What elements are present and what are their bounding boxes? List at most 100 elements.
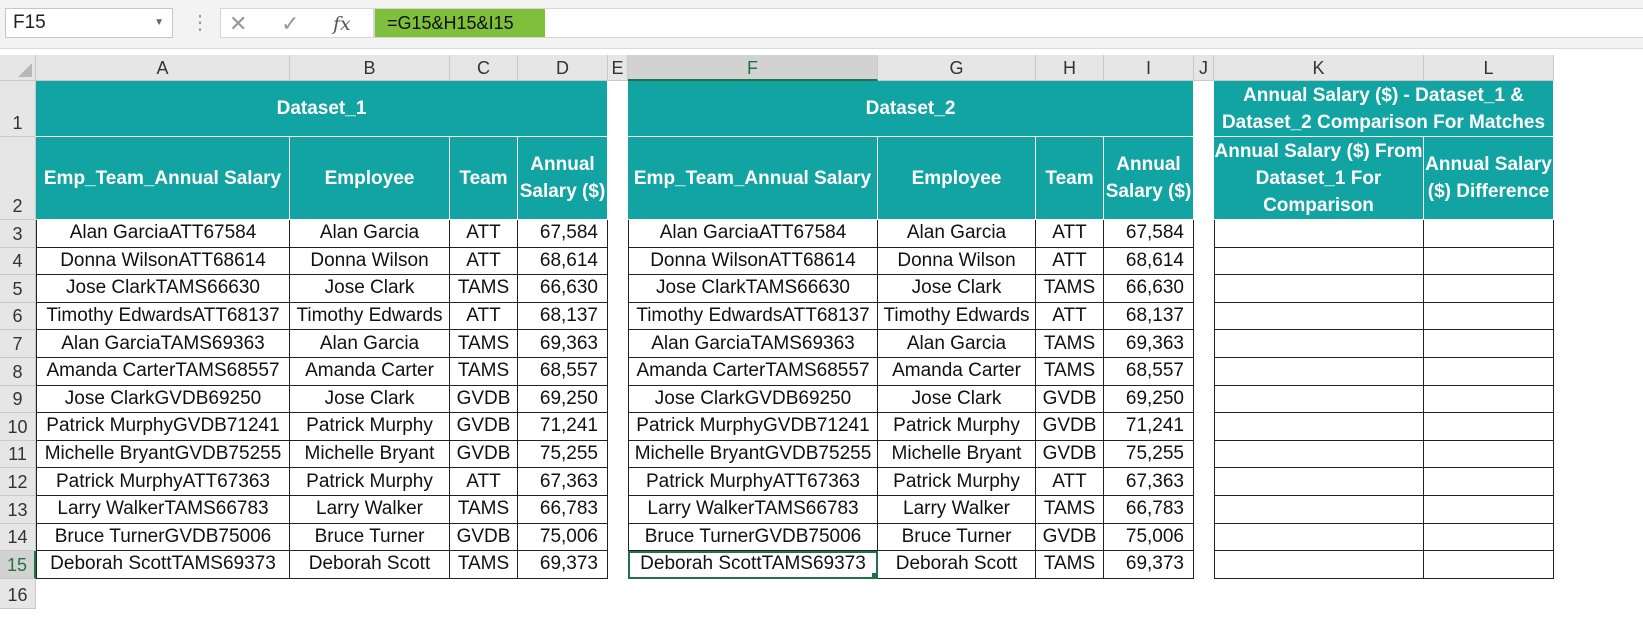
dataset1-cell[interactable]: TAMS — [450, 275, 518, 303]
comparison-cell-l[interactable] — [1424, 302, 1554, 331]
dataset1-cell[interactable]: ATT — [450, 220, 518, 248]
dataset2-header[interactable]: Team — [1036, 137, 1104, 220]
dataset1-cell[interactable]: 69,363 — [518, 330, 608, 358]
dataset2-cell[interactable]: Bruce TurnerGVDB75006 — [628, 523, 878, 552]
dataset2-cell[interactable]: 68,557 — [1104, 358, 1194, 386]
row-header-5[interactable]: 5 — [0, 275, 36, 303]
dataset2-cell[interactable]: 68,614 — [1104, 247, 1194, 276]
dataset2-cell[interactable]: 66,630 — [1104, 275, 1194, 303]
row-header-3[interactable]: 3 — [0, 220, 36, 248]
dataset1-header[interactable]: Employee — [290, 137, 450, 220]
dataset1-cell[interactable]: Bruce Turner — [290, 523, 450, 552]
column-header-k[interactable]: K — [1214, 55, 1424, 81]
dataset1-header[interactable]: Annual Salary ($) — [518, 137, 608, 220]
dataset1-cell[interactable]: Michelle Bryant — [290, 440, 450, 469]
comparison-cell-k[interactable] — [1214, 358, 1424, 386]
dataset1-cell[interactable]: Timothy EdwardsATT68137 — [36, 302, 290, 331]
comparison-cell-k[interactable] — [1214, 440, 1424, 469]
dataset1-cell[interactable]: 69,373 — [518, 551, 608, 579]
dataset1-cell[interactable]: 68,137 — [518, 302, 608, 331]
dataset2-cell[interactable]: 69,373 — [1104, 551, 1194, 579]
row-header-6[interactable]: 6 — [0, 302, 36, 331]
dataset2-cell[interactable]: Larry Walker — [878, 496, 1036, 524]
dataset2-cell[interactable]: ATT — [1036, 468, 1104, 496]
comparison-header[interactable]: Annual Salary ($) From Dataset_1 For Com… — [1214, 137, 1424, 220]
dataset2-cell[interactable]: 69,250 — [1104, 385, 1194, 414]
dataset2-cell[interactable]: Patrick Murphy — [878, 413, 1036, 441]
dataset1-cell[interactable]: Alan Garcia — [290, 330, 450, 358]
dataset1-cell[interactable]: GVDB — [450, 523, 518, 552]
comparison-header[interactable]: Annual Salary ($) Difference — [1424, 137, 1554, 220]
dataset1-cell[interactable]: Jose Clark — [290, 275, 450, 303]
dataset2-cell[interactable]: 67,584 — [1104, 220, 1194, 248]
dataset2-cell[interactable]: TAMS — [1036, 275, 1104, 303]
chevron-down-icon[interactable]: ▼ — [154, 9, 164, 37]
dataset1-cell[interactable]: Alan GarciaATT67584 — [36, 220, 290, 248]
comparison-cell-k[interactable] — [1214, 302, 1424, 331]
comparison-cell-l[interactable] — [1424, 275, 1554, 303]
dataset2-cell[interactable]: Amanda Carter — [878, 358, 1036, 386]
dataset1-cell[interactable]: Patrick Murphy — [290, 468, 450, 496]
row-header-2[interactable]: 2 — [0, 137, 36, 220]
dataset1-header[interactable]: Team — [450, 137, 518, 220]
dataset2-cell[interactable]: 69,363 — [1104, 330, 1194, 358]
dataset1-cell[interactable]: Larry Walker — [290, 496, 450, 524]
dataset1-cell[interactable]: TAMS — [450, 330, 518, 358]
dataset1-cell[interactable]: Amanda CarterTAMS68557 — [36, 358, 290, 386]
dataset2-cell[interactable]: Jose Clark — [878, 385, 1036, 414]
row-header-7[interactable]: 7 — [0, 330, 36, 358]
dataset2-cell[interactable]: GVDB — [1036, 523, 1104, 552]
column-header-l[interactable]: L — [1424, 55, 1554, 81]
dataset1-cell[interactable]: 67,363 — [518, 468, 608, 496]
comparison-title[interactable]: Annual Salary ($) - Dataset_1 & Dataset_… — [1214, 81, 1554, 137]
column-header-e[interactable]: E — [608, 55, 628, 81]
dataset1-cell[interactable]: Timothy Edwards — [290, 302, 450, 331]
dataset1-cell[interactable]: 66,783 — [518, 496, 608, 524]
dataset1-cell[interactable]: ATT — [450, 302, 518, 331]
dataset1-cell[interactable]: 67,584 — [518, 220, 608, 248]
more-options-icon[interactable]: ⋮ — [190, 8, 210, 38]
comparison-cell-l[interactable] — [1424, 385, 1554, 414]
comparison-cell-l[interactable] — [1424, 358, 1554, 386]
column-header-f[interactable]: F — [628, 55, 878, 81]
formula-input[interactable]: =G15&H15&I15 — [374, 8, 1643, 38]
dataset1-cell[interactable]: TAMS — [450, 358, 518, 386]
comparison-cell-l[interactable] — [1424, 413, 1554, 441]
comparison-cell-l[interactable] — [1424, 551, 1554, 579]
dataset2-cell[interactable]: Michelle Bryant — [878, 440, 1036, 469]
dataset2-cell[interactable]: GVDB — [1036, 413, 1104, 441]
dataset2-cell[interactable]: TAMS — [1036, 330, 1104, 358]
dataset2-cell[interactable]: 71,241 — [1104, 413, 1194, 441]
comparison-cell-k[interactable] — [1214, 496, 1424, 524]
row-header-14[interactable]: 14 — [0, 523, 36, 552]
dataset2-cell[interactable]: Alan Garcia — [878, 330, 1036, 358]
dataset1-cell[interactable]: Larry WalkerTAMS66783 — [36, 496, 290, 524]
dataset2-cell[interactable]: 68,137 — [1104, 302, 1194, 331]
dataset1-cell[interactable]: Michelle BryantGVDB75255 — [36, 440, 290, 469]
dataset1-cell[interactable]: Alan GarciaTAMS69363 — [36, 330, 290, 358]
dataset1-header[interactable]: Emp_Team_Annual Salary — [36, 137, 290, 220]
comparison-cell-l[interactable] — [1424, 330, 1554, 358]
dataset2-cell[interactable]: Jose ClarkTAMS66630 — [628, 275, 878, 303]
comparison-cell-l[interactable] — [1424, 496, 1554, 524]
name-box[interactable]: F15 ▼ — [5, 8, 173, 38]
dataset2-cell[interactable]: Patrick Murphy — [878, 468, 1036, 496]
dataset2-cell[interactable]: ATT — [1036, 302, 1104, 331]
dataset2-cell[interactable]: Deborah Scott — [878, 551, 1036, 579]
dataset1-cell[interactable]: Donna Wilson — [290, 247, 450, 276]
dataset2-cell[interactable]: 75,006 — [1104, 523, 1194, 552]
row-header-10[interactable]: 10 — [0, 413, 36, 441]
dataset2-header[interactable]: Employee — [878, 137, 1036, 220]
dataset2-header[interactable]: Annual Salary ($) — [1104, 137, 1194, 220]
dataset2-title[interactable]: Dataset_2 — [628, 81, 1194, 137]
comparison-cell-k[interactable] — [1214, 220, 1424, 248]
dataset2-cell[interactable]: Alan GarciaTAMS69363 — [628, 330, 878, 358]
fx-icon[interactable]: fx — [333, 13, 351, 35]
row-header-15[interactable]: 15 — [0, 551, 36, 579]
row-header-8[interactable]: 8 — [0, 358, 36, 386]
dataset2-cell[interactable]: Amanda CarterTAMS68557 — [628, 358, 878, 386]
dataset1-cell[interactable]: 71,241 — [518, 413, 608, 441]
dataset1-cell[interactable]: 69,250 — [518, 385, 608, 414]
dataset1-cell[interactable]: TAMS — [450, 496, 518, 524]
dataset1-cell[interactable]: Jose ClarkTAMS66630 — [36, 275, 290, 303]
